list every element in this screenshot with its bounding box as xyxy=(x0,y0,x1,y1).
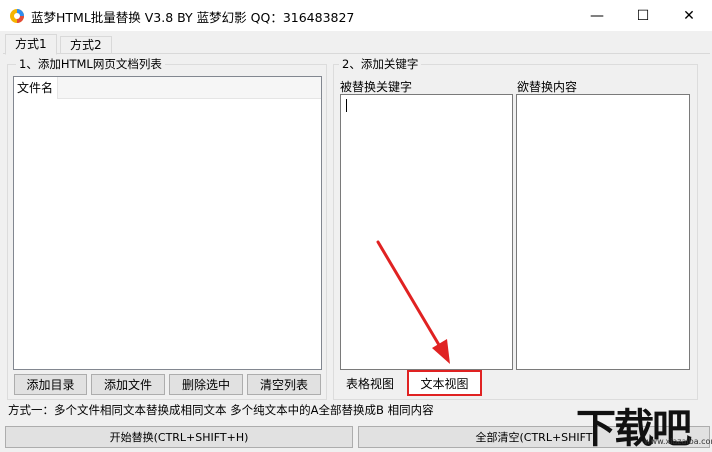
keyword-group-title: 2、添加关键字 xyxy=(339,57,422,71)
replace-textarea[interactable] xyxy=(516,94,690,370)
text-view-tab[interactable]: 文本视图 xyxy=(407,370,482,396)
app-icon xyxy=(10,9,24,23)
tab-method-2[interactable]: 方式2 xyxy=(60,36,112,54)
maximize-icon: ☐ xyxy=(636,7,650,24)
delete-selected-button[interactable]: 删除选中 xyxy=(169,374,243,395)
add-file-button[interactable]: 添加文件 xyxy=(91,374,165,395)
column-header-filename[interactable]: 文件名 xyxy=(14,77,58,99)
file-list[interactable] xyxy=(13,76,322,370)
minimize-icon: — xyxy=(590,7,604,24)
minimize-button[interactable]: — xyxy=(574,0,620,31)
text-caret xyxy=(346,99,347,112)
file-list-header xyxy=(14,77,321,99)
replace-label: 欲替换内容 xyxy=(517,80,578,94)
close-icon: ✕ xyxy=(683,7,695,24)
maximize-button[interactable]: ☐ xyxy=(620,0,666,31)
window-title: 蓝梦HTML批量替换 V3.8 BY 蓝梦幻影 QQ：316483827 xyxy=(31,10,355,25)
watermark-url: www.xiazaiba.com xyxy=(644,437,712,446)
close-button[interactable]: ✕ xyxy=(666,0,712,31)
keyword-label: 被替换关键字 xyxy=(340,80,413,94)
file-list-group-title: 1、添加HTML网页文档列表 xyxy=(16,57,165,71)
table-view-tab[interactable]: 表格视图 xyxy=(339,373,405,395)
clear-list-button[interactable]: 清空列表 xyxy=(247,374,321,395)
tab-method-1[interactable]: 方式1 xyxy=(5,34,57,55)
status-text: 方式一：多个文件相同文本替换成相同文本 多个纯文本中的A全部替换成B 相同内容 xyxy=(8,403,434,417)
annotation-arrow-icon xyxy=(376,240,450,364)
start-replace-button[interactable]: 开始替换(CTRL+SHIFT+H) xyxy=(5,426,353,448)
add-directory-button[interactable]: 添加目录 xyxy=(14,374,87,395)
